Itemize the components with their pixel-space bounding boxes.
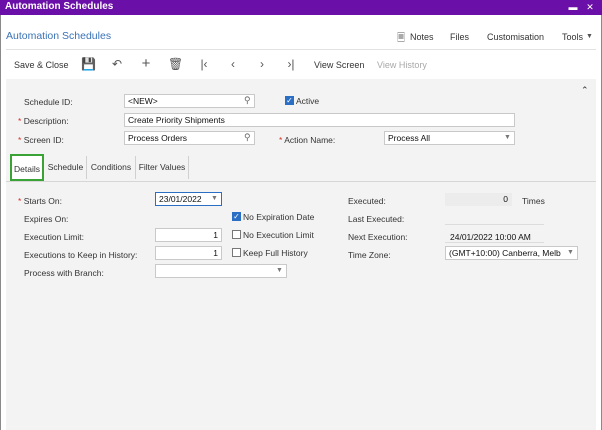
window-title: Automation Schedules bbox=[5, 1, 114, 12]
schedule-id-label: Schedule ID: bbox=[24, 97, 73, 107]
notes-link[interactable]: Notes bbox=[410, 32, 434, 42]
tab-conditions-label: Conditions bbox=[90, 162, 132, 172]
tab-conditions[interactable]: Conditions bbox=[87, 154, 135, 181]
action-name-label: * Action Name: bbox=[279, 135, 335, 145]
time-zone-select[interactable]: (GMT+10:00) Canberra, Melb bbox=[445, 246, 578, 260]
description-value: Create Priority Shipments bbox=[128, 115, 225, 125]
schedule-id-value: <NEW> bbox=[128, 96, 158, 106]
minimize-icon[interactable]: ▬ bbox=[568, 3, 578, 12]
first-record-icon[interactable]: |‹ bbox=[197, 57, 211, 71]
notes-icon: 🗏 bbox=[397, 33, 406, 44]
required-marker: * bbox=[18, 116, 22, 126]
screen-id-label-text: Screen ID: bbox=[23, 135, 64, 145]
tabs-divider bbox=[6, 181, 596, 182]
tab-filter-values-label: Filter Values bbox=[138, 162, 186, 172]
customisation-link[interactable]: Customisation bbox=[487, 32, 544, 42]
tab-details[interactable]: Details bbox=[10, 154, 44, 181]
no-expiration-checkbox[interactable]: ✓ bbox=[232, 212, 241, 221]
keep-history-label: Executions to Keep in History: bbox=[24, 250, 138, 260]
view-history-button[interactable]: View History bbox=[377, 60, 427, 70]
next-execution-label: Next Execution: bbox=[348, 232, 408, 242]
chevron-down-icon[interactable]: ▼ bbox=[567, 249, 574, 256]
next-record-icon[interactable]: › bbox=[255, 57, 269, 71]
time-zone-label: Time Zone: bbox=[348, 250, 391, 260]
action-name-select[interactable]: Process All bbox=[384, 131, 515, 145]
files-link[interactable]: Files bbox=[450, 32, 469, 42]
process-branch-label: Process with Branch: bbox=[24, 268, 104, 278]
action-name-value: Process All bbox=[388, 133, 431, 143]
active-label: Active bbox=[296, 96, 320, 106]
tools-menu[interactable]: Tools bbox=[562, 32, 583, 42]
expires-on-label: Expires On: bbox=[24, 214, 69, 224]
execution-limit-value: 1 bbox=[213, 230, 218, 240]
tools-chevron-down-icon[interactable]: ▼ bbox=[586, 33, 593, 40]
executed-value: 0 bbox=[503, 194, 508, 204]
window-titlebar: Automation Schedules ▬ ✕ bbox=[0, 0, 602, 15]
schedule-id-field[interactable]: <NEW> bbox=[124, 94, 255, 108]
page-title: Automation Schedules bbox=[6, 30, 112, 42]
next-execution-underline bbox=[445, 242, 544, 243]
search-icon[interactable]: ⚲ bbox=[244, 95, 251, 106]
execution-limit-label: Execution Limit: bbox=[24, 232, 84, 242]
calendar-dropdown-icon[interactable]: ▼ bbox=[211, 195, 218, 202]
execution-limit-field[interactable]: 1 bbox=[155, 228, 222, 242]
next-execution-value: 24/01/2022 10:00 AM bbox=[450, 232, 531, 242]
no-expiration-label: No Expiration Date bbox=[243, 212, 315, 222]
time-zone-value: (GMT+10:00) Canberra, Melb bbox=[449, 248, 561, 258]
view-screen-button[interactable]: View Screen bbox=[314, 60, 364, 70]
keep-full-history-checkbox[interactable] bbox=[232, 248, 241, 257]
screen-id-value: Process Orders bbox=[128, 133, 188, 143]
no-execution-limit-checkbox[interactable] bbox=[232, 230, 241, 239]
save-icon[interactable]: 💾 bbox=[81, 57, 96, 71]
keep-history-field[interactable]: 1 bbox=[155, 246, 222, 260]
keep-history-value: 1 bbox=[213, 248, 218, 258]
screen-id-field[interactable]: Process Orders bbox=[124, 131, 255, 145]
toolbar-divider bbox=[6, 49, 596, 50]
last-executed-label: Last Executed: bbox=[348, 214, 405, 224]
active-checkbox[interactable]: ✓ bbox=[285, 96, 294, 105]
description-field[interactable]: Create Priority Shipments bbox=[124, 113, 515, 127]
screen-id-label: * Screen ID: bbox=[18, 135, 64, 145]
collapse-chevron-up-icon[interactable]: ⌃ bbox=[581, 85, 589, 96]
description-label: * Description: bbox=[18, 116, 69, 126]
tab-divider bbox=[188, 156, 189, 179]
last-executed-underline bbox=[445, 224, 544, 225]
chevron-down-icon[interactable]: ▼ bbox=[276, 267, 283, 274]
description-label-text: Description: bbox=[23, 116, 69, 126]
executed-count: 0 bbox=[445, 193, 512, 206]
tab-schedule-label: Schedule bbox=[47, 162, 84, 172]
add-icon[interactable]: + bbox=[139, 56, 153, 71]
previous-record-icon[interactable]: ‹ bbox=[226, 57, 240, 71]
no-execution-limit-label: No Execution Limit bbox=[243, 230, 314, 240]
window-border-left bbox=[0, 15, 1, 430]
executed-label: Executed: bbox=[348, 196, 386, 206]
tab-filter-values[interactable]: Filter Values bbox=[136, 154, 188, 181]
search-icon[interactable]: ⚲ bbox=[244, 132, 251, 143]
undo-icon[interactable]: ↶ bbox=[110, 57, 124, 71]
tab-schedule[interactable]: Schedule bbox=[45, 154, 86, 181]
required-marker: * bbox=[18, 135, 22, 145]
keep-full-history-label: Keep Full History bbox=[243, 248, 308, 258]
tab-details-label: Details bbox=[14, 164, 40, 174]
starts-on-label-text: Starts On: bbox=[23, 196, 62, 206]
delete-icon[interactable]: 🗑 bbox=[168, 57, 183, 71]
save-close-button[interactable]: Save & Close bbox=[14, 60, 69, 70]
action-name-label-text: Action Name: bbox=[284, 135, 336, 145]
process-branch-select[interactable] bbox=[155, 264, 287, 278]
chevron-down-icon[interactable]: ▼ bbox=[504, 134, 511, 141]
required-marker: * bbox=[18, 196, 22, 206]
required-marker: * bbox=[279, 135, 283, 145]
close-icon[interactable]: ✕ bbox=[585, 3, 595, 12]
starts-on-value: 23/01/2022 bbox=[159, 194, 202, 204]
starts-on-label: * Starts On: bbox=[18, 196, 62, 206]
last-record-icon[interactable]: ›| bbox=[284, 57, 298, 71]
times-label: Times bbox=[522, 196, 545, 206]
